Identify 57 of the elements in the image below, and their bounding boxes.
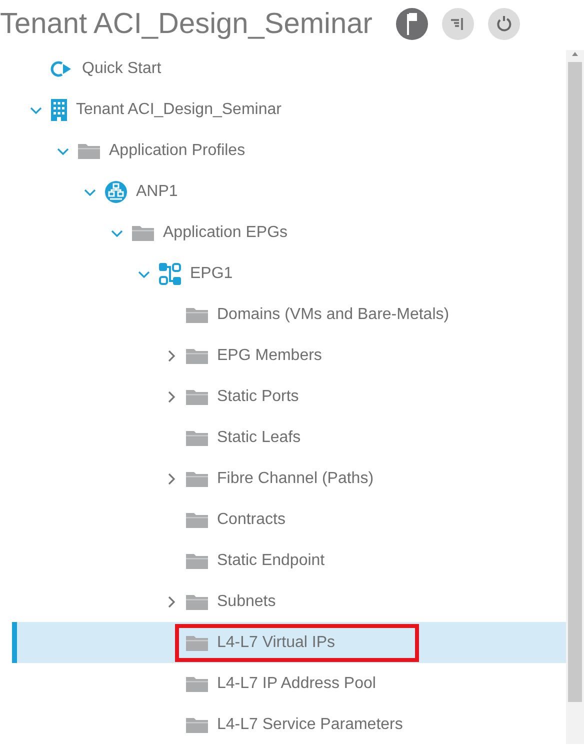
- page-title: Tenant ACI_Design_Seminar: [0, 8, 372, 40]
- folder-icon: [185, 634, 209, 652]
- folder-icon: [131, 224, 155, 242]
- tree-item[interactable]: Tenant ACI_Design_Seminar: [12, 89, 566, 130]
- item-label: Static Endpoint: [217, 552, 325, 570]
- item-label: L4-L7 Service Parameters: [217, 716, 403, 734]
- tree-item[interactable]: Static Leafs: [12, 417, 566, 458]
- tree-item[interactable]: L4-L7 Virtual IPs: [12, 622, 566, 663]
- tree-item[interactable]: Static Ports: [12, 376, 566, 417]
- tree-item[interactable]: Domains (VMs and Bare-Metals): [12, 294, 566, 335]
- tree-item[interactable]: ANP1: [12, 171, 566, 212]
- folder-icon: [185, 510, 209, 528]
- item-label: Tenant ACI_Design_Seminar: [76, 100, 282, 118]
- folder-icon: [185, 388, 209, 406]
- scroll-up-icon[interactable]: [570, 50, 580, 58]
- tree-item[interactable]: L4-L7 Service Parameters: [12, 704, 566, 745]
- scrollbar[interactable]: [566, 50, 584, 744]
- tree-item[interactable]: EPG1: [12, 253, 566, 294]
- item-label: L4-L7 IP Address Pool: [217, 674, 376, 692]
- item-label: Quick Start: [82, 60, 162, 78]
- item-label: Contracts: [217, 510, 286, 528]
- tree-item[interactable]: Quick Start: [12, 48, 566, 89]
- item-label: L4-L7 Virtual IPs: [217, 634, 335, 652]
- folder-icon: [185, 346, 209, 364]
- endpoint-group-icon: [158, 262, 182, 286]
- folder-icon: [185, 552, 209, 570]
- scroll-thumb[interactable]: [568, 62, 582, 702]
- item-label: EPG1: [190, 264, 233, 282]
- item-label: Subnets: [217, 592, 276, 610]
- building-icon: [50, 98, 68, 122]
- item-label: Fibre Channel (Paths): [217, 470, 374, 488]
- tree-item[interactable]: Fibre Channel (Paths): [12, 458, 566, 499]
- item-label: EPG Members: [217, 346, 322, 364]
- item-label: Static Ports: [217, 388, 299, 406]
- tree-item[interactable]: Subnets: [12, 581, 566, 622]
- flag-icon[interactable]: [396, 8, 428, 40]
- item-label: ANP1: [136, 182, 178, 200]
- folder-icon: [185, 470, 209, 488]
- tree-item[interactable]: Contracts: [12, 499, 566, 540]
- folder-icon: [185, 674, 209, 692]
- collapse-icon[interactable]: [442, 8, 474, 40]
- network-globe-icon: [104, 180, 128, 204]
- tree-item[interactable]: EPG Members: [12, 335, 566, 376]
- tree-item[interactable]: Application Profiles: [12, 130, 566, 171]
- folder-icon: [77, 142, 101, 160]
- tree-item[interactable]: L4-L7 IP Address Pool: [12, 663, 566, 704]
- item-label: Application EPGs: [163, 224, 288, 242]
- folder-icon: [185, 306, 209, 324]
- item-label: Domains (VMs and Bare-Metals): [217, 306, 450, 324]
- item-label: Static Leafs: [217, 428, 301, 446]
- refresh-icon[interactable]: [488, 8, 520, 40]
- tree-item[interactable]: Static Endpoint: [12, 540, 566, 581]
- folder-icon: [185, 716, 209, 734]
- tree-item[interactable]: Application EPGs: [12, 212, 566, 253]
- item-label: Application Profiles: [109, 142, 246, 160]
- folder-icon: [185, 592, 209, 610]
- folder-icon: [185, 428, 209, 446]
